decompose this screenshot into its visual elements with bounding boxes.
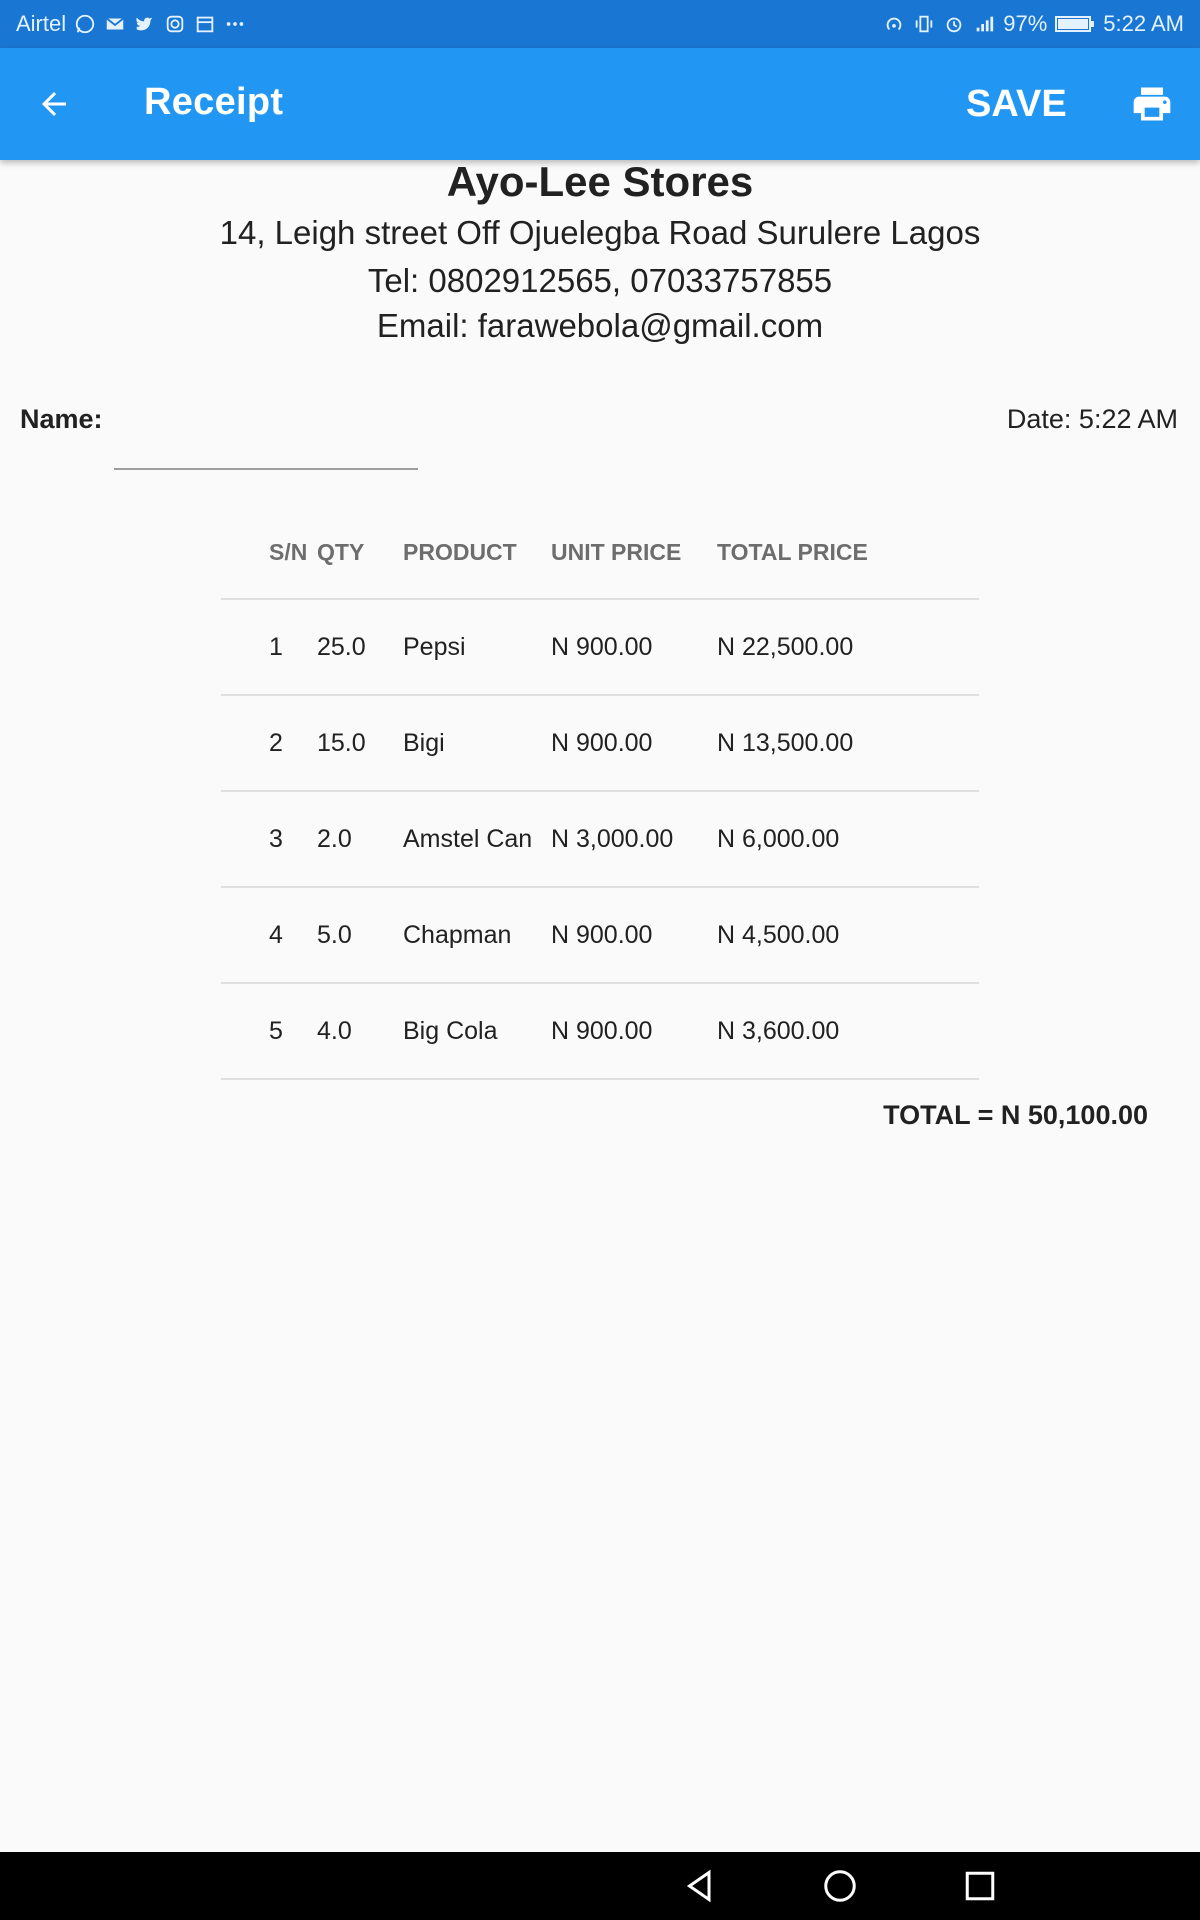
back-button[interactable] — [26, 76, 82, 132]
cell-total-price: N 3,600.00 — [717, 983, 979, 1080]
whatsapp-icon — [74, 13, 96, 35]
cell-total-price: N 6,000.00 — [717, 791, 979, 888]
cell-unit-price: N 900.00 — [551, 887, 717, 984]
cell-product: Big Cola — [403, 983, 551, 1080]
cell-unit-price: N 900.00 — [551, 599, 717, 696]
customer-name-input[interactable] — [114, 396, 418, 470]
table-row: 5 4.0 Big Cola N 900.00 N 3,600.00 — [221, 983, 979, 1080]
cell-total-price: N 13,500.00 — [717, 695, 979, 792]
cell-qty: 15.0 — [317, 695, 403, 792]
battery-icon — [1055, 13, 1095, 35]
store-address: 14, Leigh street Off Ojuelegba Road Suru… — [219, 214, 981, 251]
back-arrow-icon — [42, 92, 66, 116]
cell-unit-price: N 3,000.00 — [551, 791, 717, 888]
status-bar-right: 97% 5:22 AM — [883, 11, 1184, 37]
vibrate-icon — [913, 13, 935, 35]
nav-home-icon — [824, 1870, 856, 1902]
print-icon — [1133, 87, 1171, 121]
receipt-date: Date: 5:22 AM — [1006, 404, 1178, 434]
page-title: Receipt — [144, 81, 284, 123]
store-phone: Tel: 0802912565, 07033757855 — [367, 262, 833, 299]
save-button[interactable]: SAVE — [950, 76, 1083, 132]
table-row: 4 5.0 Chapman N 900.00 N 4,500.00 — [221, 887, 979, 984]
nav-recents-button[interactable] — [960, 1866, 1000, 1906]
cell-qty: 2.0 — [317, 791, 403, 888]
cell-qty: 25.0 — [317, 599, 403, 696]
instagram-icon — [164, 13, 186, 35]
cell-product: Pepsi — [403, 599, 551, 696]
header-total-price: TOTAL PRICE — [717, 506, 979, 600]
cell-qty: 4.0 — [317, 983, 403, 1080]
header-sn: S/N — [221, 506, 317, 600]
status-bar-left: Airtel — [16, 11, 246, 37]
hotspot-icon — [883, 13, 905, 35]
cell-sn: 1 — [221, 599, 317, 696]
cell-total-price: N 4,500.00 — [717, 887, 979, 984]
table-row: 2 15.0 Bigi N 900.00 N 13,500.00 — [221, 695, 979, 792]
store-email: Email: farawebola@gmail.com — [376, 307, 824, 344]
header-qty: QTY — [317, 506, 403, 600]
cell-unit-price: N 900.00 — [551, 695, 717, 792]
battery-percent: 97% — [1003, 11, 1048, 36]
name-label: Name: — [20, 404, 103, 434]
table-row: 1 25.0 Pepsi N 900.00 N 22,500.00 — [221, 599, 979, 696]
cell-unit-price: N 900.00 — [551, 983, 717, 1080]
receipt-total: TOTAL = N 50,100.00 — [883, 1100, 1148, 1130]
receipt-table: S/N QTY PRODUCT UNIT PRICE TOTAL PRICE 1… — [221, 506, 979, 1080]
clock-time: 5:22 AM — [1103, 11, 1184, 36]
more-dots-icon — [224, 13, 246, 35]
header-unit-price: UNIT PRICE — [551, 506, 717, 600]
twitter-icon — [134, 13, 156, 35]
status-bar: Airtel 97% 5:22 AM — [0, 0, 1200, 48]
alarm-icon — [943, 13, 965, 35]
nav-home-button[interactable] — [820, 1866, 860, 1906]
signal-4g-icon — [973, 13, 995, 35]
carrier-label: Airtel — [16, 11, 67, 36]
header-product: PRODUCT — [403, 506, 551, 600]
nav-back-button[interactable] — [680, 1866, 720, 1906]
nav-back-icon — [686, 1869, 711, 1903]
app-bar: Receipt SAVE — [0, 48, 1200, 160]
cell-product: Amstel Can — [403, 791, 551, 888]
cell-sn: 5 — [221, 983, 317, 1080]
print-button[interactable] — [1124, 76, 1180, 132]
cell-sn: 2 — [221, 695, 317, 792]
system-nav-bar — [0, 1852, 1200, 1920]
table-header-row: S/N QTY PRODUCT UNIT PRICE TOTAL PRICE — [221, 506, 979, 600]
nav-recents-icon — [965, 1871, 995, 1901]
calendar-icon — [194, 13, 216, 35]
cell-product: Chapman — [403, 887, 551, 984]
table-row: 3 2.0 Amstel Can N 3,000.00 N 6,000.00 — [221, 791, 979, 888]
cell-product: Bigi — [403, 695, 551, 792]
cell-sn: 4 — [221, 887, 317, 984]
store-name: Ayo-Lee Stores — [446, 158, 754, 205]
cell-total-price: N 22,500.00 — [717, 599, 979, 696]
cell-sn: 3 — [221, 791, 317, 888]
cell-qty: 5.0 — [317, 887, 403, 984]
mail-icon — [104, 13, 126, 35]
